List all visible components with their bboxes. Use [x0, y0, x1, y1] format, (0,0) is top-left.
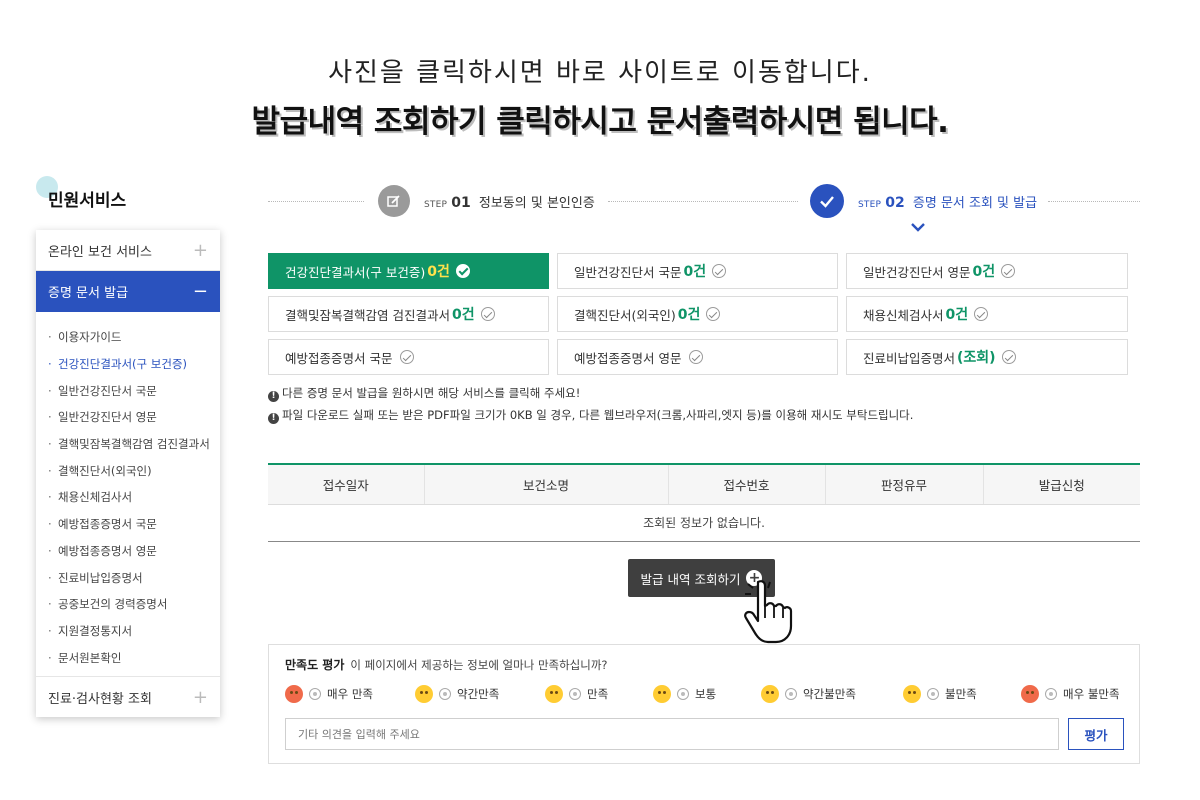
check-circle-icon [455, 264, 470, 278]
step-indicator: STEP 01 정보동의 및 본인인증 STEP 02 증명 문서 조회 및 발… [268, 183, 1140, 233]
sidebar-item-general-kr[interactable]: · 일반건강진단서 국문 [48, 377, 220, 404]
headline-main: 발급내역 조회하기 클릭하시고 문서출력하시면 됩니다. [251, 104, 949, 140]
divider [608, 201, 798, 202]
sidebar-item-career[interactable]: · 공중보건의 경력증명서 [48, 591, 220, 618]
check-icon [810, 184, 844, 218]
radio-button[interactable] [439, 688, 451, 700]
crying-emoji-icon [903, 685, 921, 703]
sidebar-item-guide[interactable]: · 이용자가이드 [48, 324, 220, 351]
sidebar-menu-label: 온라인 보건 서비스 [48, 244, 152, 260]
plus-icon: + [192, 239, 208, 261]
info-icon: ! [268, 413, 279, 424]
notice-1: ! 다른 증명 문서 발급을 원하시면 해당 서비스를 클릭해 주세요! [268, 385, 580, 402]
unamused-emoji-icon [761, 685, 779, 703]
sidebar-item-tb-foreigner[interactable]: · 결핵진단서(외국인) [48, 457, 220, 484]
doc-general-kr[interactable]: 일반건강진단서 국문 0건 [557, 253, 838, 289]
issuance-table: 접수일자 보건소명 접수번호 판정유무 발급신청 조회된 정보가 없습니다. [268, 463, 1140, 542]
col-receipt-number: 접수번호 [667, 463, 825, 505]
step-1: STEP 01 정보동의 및 본인인증 [424, 195, 595, 211]
rating-dissatisfied[interactable]: 불만족 [903, 685, 977, 703]
sidebar-submenu: · 이용자가이드 · 건강진단결과서(구 보건증) · 일반건강진단서 국문 · 일반건… [36, 312, 220, 679]
rating-satisfied[interactable]: 만족 [545, 685, 608, 703]
evaluate-button[interactable]: 평가 [1068, 718, 1124, 750]
headline-instruction: 사진을 클릭하시면 바로 사이트로 이동합니다. [328, 58, 872, 88]
sidebar-menu-label: 진료·검사현황 조회 [48, 691, 152, 707]
step-2: STEP 02 증명 문서 조회 및 발급 [858, 195, 1038, 211]
grinning-emoji-icon [415, 685, 433, 703]
minus-icon: − [192, 281, 208, 302]
sidebar-item-employment[interactable]: · 채용신체검사서 [48, 484, 220, 511]
doc-vaccine-en[interactable]: 예방접종증명서 영문 [557, 339, 838, 375]
empty-message: 조회된 정보가 없습니다. [268, 504, 1140, 542]
col-judgement: 판정유무 [824, 463, 983, 505]
pointer-hand-icon [744, 580, 793, 644]
neutral-emoji-icon [653, 685, 671, 703]
sidebar-item-vaccine-kr[interactable]: · 예방접종증명서 국문 [48, 511, 220, 538]
sidebar-item-support-notice[interactable]: · 지원결정통지서 [48, 618, 220, 645]
satisfaction-survey: 만족도 평가 이 페이지에서 제공하는 정보에 얼마나 만족하십니까? 매우 만족… [268, 644, 1140, 764]
smiling-emoji-icon [545, 685, 563, 703]
radio-button[interactable] [785, 688, 797, 700]
check-circle-icon [480, 307, 495, 321]
sidebar-menu-certificate[interactable]: 증명 문서 발급 − [36, 271, 220, 312]
doc-payment[interactable]: 진료비납입증명서 (조회) [846, 339, 1128, 375]
check-circle-icon [712, 264, 727, 278]
sidebar-item-general-en[interactable]: · 일반건강진단서 영문 [48, 404, 220, 431]
survey-question: 만족도 평가 이 페이지에서 제공하는 정보에 얼마나 만족하십니까? [285, 658, 608, 672]
radio-button[interactable] [677, 688, 689, 700]
rating-options: 매우 만족 약간만족 만족 보통 약간불만족 불만족 매우 불만족 [285, 685, 1125, 707]
col-receipt-date: 접수일자 [268, 463, 424, 505]
sidebar-menu-online-health[interactable]: 온라인 보건 서비스 + [36, 230, 220, 271]
doc-tb-screening[interactable]: 결핵및잠복결핵감염 검진결과서 0건 [268, 296, 549, 332]
notice-2: ! 파일 다운로드 실패 또는 받은 PDF파일 크기가 0KB 일 경우, 다른… [268, 407, 913, 424]
check-circle-icon [974, 307, 989, 321]
sidebar-menu-exam-status[interactable]: 진료·검사현황 조회 + [36, 676, 220, 717]
doc-vaccine-kr[interactable]: 예방접종증명서 국문 [268, 339, 549, 375]
plus-icon: + [192, 686, 208, 708]
chevron-down-icon [911, 223, 925, 232]
opinion-input[interactable]: 기타 의견을 입력해 주세요 [285, 718, 1059, 750]
sidebar-item-original-check[interactable]: · 문서원본확인 [48, 644, 220, 671]
sidebar: 온라인 보건 서비스 + 증명 문서 발급 − · 이용자가이드 · 건강진단결과서… [36, 230, 220, 717]
col-issue-request: 발급신청 [982, 463, 1140, 505]
radio-button[interactable] [569, 688, 581, 700]
rating-very-dissatisfied[interactable]: 매우 불만족 [1021, 685, 1120, 703]
doc-employment[interactable]: 채용신체검사서 0건 [846, 296, 1128, 332]
sidebar-header: 민원서비스 [36, 176, 220, 216]
angry-emoji-icon [1021, 685, 1039, 703]
check-circle-icon [1001, 350, 1016, 364]
radio-button[interactable] [927, 688, 939, 700]
heart-eyes-emoji-icon [285, 685, 303, 703]
document-grid: 건강진단결과서(구 보건증) 0건 일반건강진단서 국문 0건 일반건강진단서 영문… [268, 253, 1140, 375]
col-health-center: 보건소명 [423, 463, 668, 505]
sidebar-item-payment[interactable]: · 진료비납입증명서 [48, 564, 220, 591]
radio-button[interactable] [309, 688, 321, 700]
doc-tb-foreigner[interactable]: 결핵진단서(외국인) 0건 [557, 296, 838, 332]
divider [268, 201, 364, 202]
edit-icon [378, 185, 410, 217]
sidebar-title: 민원서비스 [48, 191, 127, 211]
rating-somewhat-dissatisfied[interactable]: 약간불만족 [761, 685, 856, 703]
doc-health-result[interactable]: 건강진단결과서(구 보건증) 0건 [268, 253, 549, 289]
rating-somewhat-satisfied[interactable]: 약간만족 [415, 685, 499, 703]
rating-very-satisfied[interactable]: 매우 만족 [285, 685, 373, 703]
divider [1048, 201, 1140, 202]
sidebar-menu-label: 증명 문서 발급 [48, 286, 129, 301]
check-circle-icon [400, 350, 415, 364]
info-icon: ! [268, 391, 279, 402]
check-circle-icon [689, 350, 704, 364]
radio-button[interactable] [1045, 688, 1057, 700]
check-circle-icon [1001, 264, 1016, 278]
sidebar-item-health-result[interactable]: · 건강진단결과서(구 보건증) [48, 351, 220, 378]
doc-general-en[interactable]: 일반건강진단서 영문 0건 [846, 253, 1128, 289]
sidebar-item-tb-screening[interactable]: · 결핵및잠복결핵감염 검진결과서 [48, 431, 220, 458]
sidebar-item-vaccine-en[interactable]: · 예방접종증명서 영문 [48, 538, 220, 565]
check-circle-icon [706, 307, 721, 321]
rating-neutral[interactable]: 보통 [653, 685, 716, 703]
